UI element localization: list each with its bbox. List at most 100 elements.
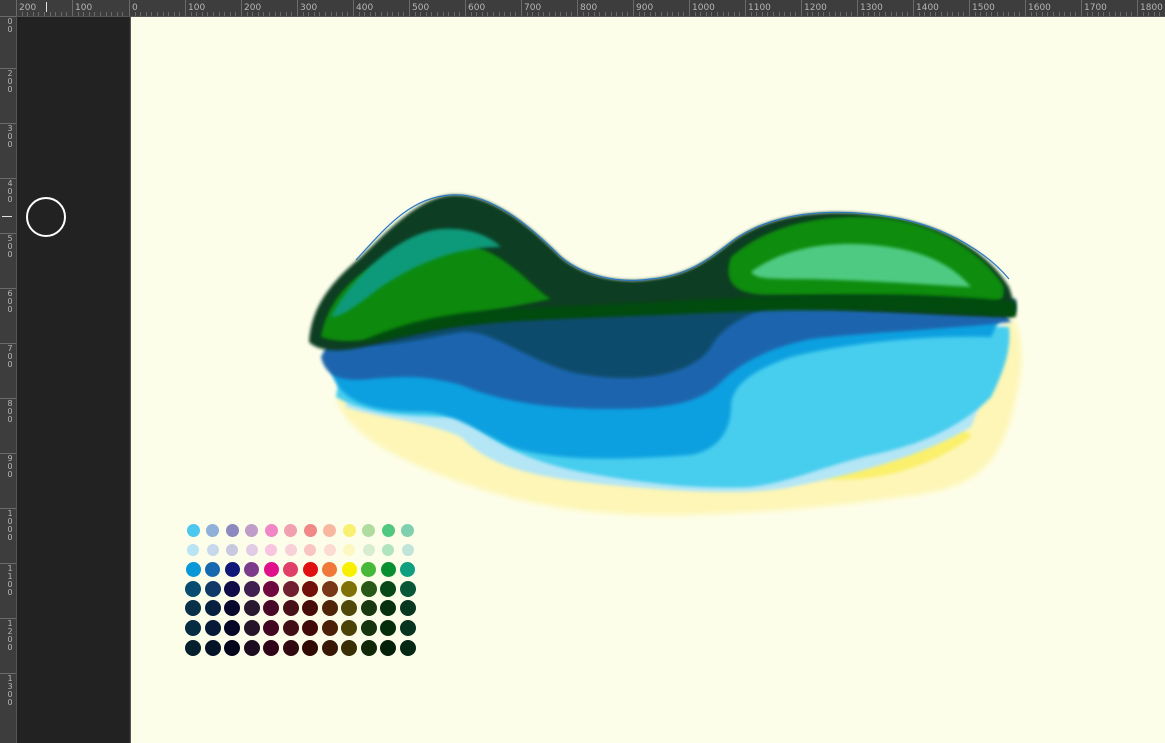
color-swatch[interactable] (282, 600, 299, 617)
color-swatch[interactable] (303, 523, 317, 537)
color-swatch[interactable] (243, 620, 260, 636)
color-swatch[interactable] (321, 639, 338, 656)
color-swatch[interactable] (323, 543, 336, 556)
color-swatch[interactable] (341, 561, 357, 577)
color-swatch[interactable] (245, 523, 258, 537)
color-swatch[interactable] (206, 523, 219, 537)
color-swatch[interactable] (380, 620, 396, 636)
color-swatch[interactable] (400, 561, 415, 577)
ruler-minor-tick (1019, 12, 1021, 16)
ruler-minor-tick (655, 12, 657, 16)
color-swatch[interactable] (264, 523, 278, 537)
color-swatch[interactable] (401, 543, 414, 556)
ruler-minor-tick (1131, 12, 1133, 16)
color-swatch[interactable] (243, 600, 260, 617)
color-swatch[interactable] (362, 523, 375, 537)
color-swatch[interactable] (263, 639, 279, 656)
color-swatch[interactable] (399, 600, 416, 617)
color-swatch[interactable] (263, 620, 279, 636)
color-swatch[interactable] (342, 523, 356, 537)
color-swatch[interactable] (224, 561, 240, 577)
color-swatch[interactable] (284, 543, 297, 556)
drawing-canvas[interactable] (130, 17, 1165, 743)
color-swatch[interactable] (399, 580, 416, 597)
color-swatch[interactable] (361, 561, 376, 577)
color-swatch[interactable] (343, 543, 355, 556)
color-swatch[interactable] (226, 543, 238, 556)
color-swatch[interactable] (321, 600, 338, 617)
ruler-minor-tick (105, 12, 107, 16)
color-swatch[interactable] (321, 580, 338, 597)
color-swatch[interactable] (204, 620, 221, 636)
color-swatch[interactable] (360, 620, 377, 636)
color-swatch[interactable] (282, 620, 299, 636)
color-swatch[interactable] (321, 620, 338, 636)
color-swatch[interactable] (284, 523, 297, 537)
color-swatch[interactable] (187, 543, 199, 556)
color-swatch[interactable] (322, 561, 337, 577)
color-swatch[interactable] (243, 639, 260, 656)
ruler-minor-tick (280, 12, 282, 16)
color-swatch[interactable] (360, 639, 377, 656)
color-swatch[interactable] (186, 523, 200, 537)
ruler-minor-tick (375, 12, 377, 16)
color-swatch[interactable] (401, 523, 414, 537)
ruler-minor-tick (509, 12, 511, 16)
color-swatch[interactable] (263, 580, 279, 597)
color-swatch[interactable] (302, 561, 318, 577)
color-swatch[interactable] (382, 543, 394, 556)
color-swatch[interactable] (302, 580, 318, 597)
color-swatch[interactable] (204, 639, 221, 656)
color-swatch[interactable] (380, 561, 396, 577)
color-swatch[interactable] (224, 620, 240, 636)
color-swatch[interactable] (341, 580, 357, 597)
color-swatch[interactable] (265, 543, 277, 556)
color-swatch[interactable] (224, 580, 240, 597)
color-swatch[interactable] (380, 580, 396, 597)
horizontal-ruler[interactable]: 200 100 0 100 200 300 400 500 600 700 800 900 1000 11… (0, 0, 1165, 17)
color-swatch[interactable] (185, 561, 201, 577)
ruler-minor-tick (599, 12, 601, 16)
vertical-ruler[interactable]: 0 0 2 0 0 3 0 0 4 0 0 5 0 0 6 0 0 7 0 0 8 0 0 9 … (0, 16, 17, 743)
color-swatch[interactable] (282, 639, 299, 656)
color-swatch[interactable] (399, 620, 416, 636)
ruler-minor-tick (683, 12, 685, 16)
ruler-label: 1200 (804, 3, 827, 13)
color-swatch[interactable] (282, 580, 299, 597)
ruler-label: 5 0 0 (7, 234, 13, 259)
ruler-label: 400 (356, 3, 374, 13)
color-swatch[interactable] (341, 620, 357, 636)
color-swatch[interactable] (341, 639, 357, 656)
color-swatch[interactable] (243, 580, 260, 597)
color-swatch[interactable] (362, 543, 375, 556)
color-swatch[interactable] (302, 620, 318, 636)
color-swatch[interactable] (244, 561, 259, 577)
color-swatch[interactable] (204, 600, 221, 617)
color-swatch[interactable] (399, 639, 416, 656)
color-swatch[interactable] (360, 580, 377, 597)
ruler-tick (353, 0, 354, 16)
color-swatch[interactable] (360, 600, 377, 617)
color-swatch[interactable] (263, 561, 279, 577)
color-swatch[interactable] (381, 523, 395, 537)
color-swatch[interactable] (205, 561, 220, 577)
color-swatch[interactable] (245, 543, 258, 556)
color-swatch[interactable] (206, 543, 219, 556)
ruler-minor-tick (1008, 12, 1010, 16)
color-swatch[interactable] (185, 620, 201, 636)
color-swatch[interactable] (380, 639, 396, 656)
color-swatch[interactable] (283, 561, 298, 577)
pasteboard-area[interactable] (17, 17, 129, 743)
color-swatch[interactable] (185, 580, 201, 597)
color-swatch[interactable] (225, 523, 239, 537)
color-swatch[interactable] (185, 639, 201, 656)
ruler-minor-tick (901, 12, 903, 16)
color-swatch[interactable] (204, 580, 221, 597)
ruler-minor-tick (997, 12, 998, 16)
color-swatch[interactable] (224, 639, 240, 656)
color-swatch[interactable] (302, 639, 318, 656)
color-swatch[interactable] (323, 523, 336, 537)
ruler-tick (72, 0, 73, 16)
color-swatch[interactable] (304, 543, 316, 556)
ruler-label: 1400 (916, 3, 939, 13)
